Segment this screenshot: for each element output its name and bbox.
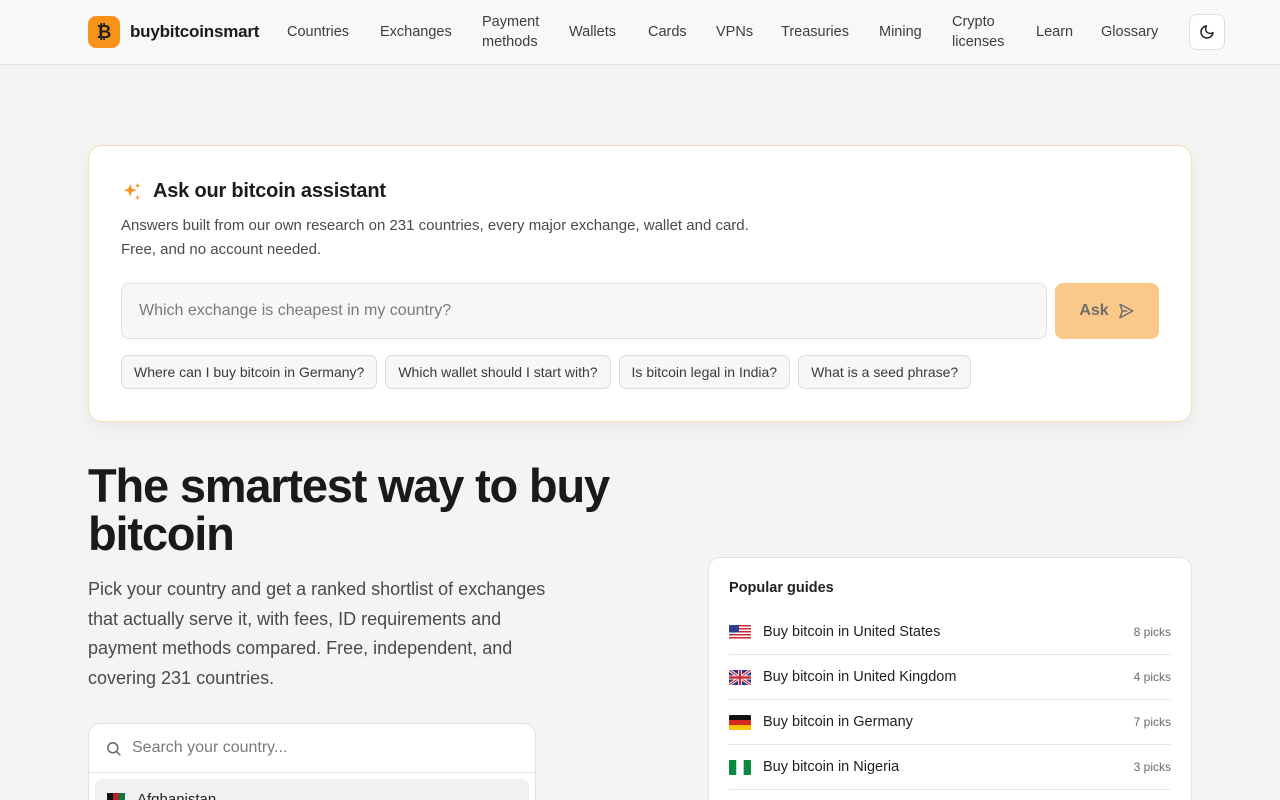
country-option-label: Afghanistan — [137, 790, 217, 800]
nav-cards[interactable]: Cards — [648, 22, 687, 42]
hero-title: The smartest way to buy bitcoin — [88, 459, 610, 560]
brand-link[interactable]: ₿ buybitcoinsmart — [88, 16, 259, 48]
popular-guides-title: Popular guides — [729, 580, 834, 596]
nav-exchanges[interactable]: Exchanges — [380, 22, 452, 42]
guide-row-united-kingdom[interactable]: Buy bitcoin in United Kingdom 4 picks — [729, 655, 1171, 700]
country-search-input[interactable] — [132, 739, 512, 757]
nav-mining[interactable]: Mining — [879, 22, 922, 42]
country-search-box: Afghanistan — [88, 723, 536, 800]
nav-countries[interactable]: Countries — [287, 22, 349, 42]
guide-row-united-states[interactable]: Buy bitcoin in United States 8 picks — [729, 610, 1171, 655]
ask-button-label: Ask — [1079, 302, 1109, 319]
site-header: ₿ buybitcoinsmart Countries Exchanges Pa… — [0, 0, 1280, 65]
nav-learn[interactable]: Learn — [1036, 22, 1073, 42]
afghanistan-flag-icon — [107, 792, 125, 800]
ask-button[interactable]: Ask — [1055, 283, 1159, 339]
hero-subtitle: Pick your country and get a ranked short… — [88, 579, 546, 688]
guide-label: Buy bitcoin in United Kingdom — [763, 669, 957, 685]
nav-glossary[interactable]: Glossary — [1101, 22, 1158, 42]
suggestion-chip[interactable]: Which wallet should I start with? — [385, 355, 611, 389]
suggestion-chip[interactable]: Is bitcoin legal in India? — [618, 355, 791, 389]
guide-pick-count: 3 picks — [1133, 760, 1171, 774]
country-option[interactable]: Afghanistan — [95, 779, 529, 800]
nav-crypto-licenses[interactable]: Crypto licenses — [952, 12, 1010, 52]
guide-pick-count: 4 picks — [1133, 670, 1171, 684]
bitcoin-logo-icon: ₿ — [88, 16, 120, 48]
assistant-description: Answers built from our own research on 2… — [121, 214, 881, 262]
guide-row-germany[interactable]: Buy bitcoin in Germany 7 picks — [729, 700, 1171, 745]
guide-label: Buy bitcoin in Nigeria — [763, 759, 900, 775]
nav-wallets[interactable]: Wallets — [569, 22, 616, 42]
de-flag-icon — [729, 714, 751, 730]
moon-icon — [1200, 25, 1214, 39]
suggestion-chip[interactable]: Where can I buy bitcoin in Germany? — [121, 355, 378, 389]
send-icon — [1118, 303, 1134, 319]
guide-label: Buy bitcoin in Germany — [763, 714, 913, 730]
ng-flag-icon — [729, 759, 751, 775]
guide-label: Buy bitcoin in United States — [763, 624, 941, 640]
country-search-row — [89, 724, 535, 773]
assistant-header: Ask our bitcoin assistant — [121, 180, 386, 203]
nav-payment-methods[interactable]: Payment methods — [482, 12, 544, 52]
assistant-question-input[interactable] — [121, 283, 1047, 339]
assistant-card: Ask our bitcoin assistant Answers built … — [88, 145, 1192, 422]
guide-pick-count: 8 picks — [1133, 625, 1171, 639]
us-flag-icon — [729, 624, 751, 640]
guide-list: Buy bitcoin in United States 8 picks Buy… — [729, 610, 1171, 790]
brand-name: buybitcoinsmart — [130, 22, 260, 41]
assistant-desc-line-1: Answers built from our own research on 2… — [121, 217, 749, 234]
guide-pick-count: 7 picks — [1133, 715, 1171, 729]
theme-toggle-button[interactable] — [1189, 14, 1225, 50]
search-icon — [107, 741, 121, 756]
assistant-desc-line-2: Free, and no account needed. — [121, 241, 322, 258]
suggestion-chips: Where can I buy bitcoin in Germany? Whic… — [121, 355, 972, 389]
suggestion-chip[interactable]: What is a seed phrase? — [798, 355, 972, 389]
popular-guides-panel: Popular guides Buy bitcoin in United Sta… — [708, 557, 1192, 800]
nav-treasuries[interactable]: Treasuries — [781, 22, 849, 42]
assistant-title: Ask our bitcoin assistant — [153, 180, 386, 202]
sparkles-icon — [123, 182, 141, 200]
uk-flag-icon — [729, 669, 751, 685]
nav-vpns[interactable]: VPNs — [716, 22, 753, 42]
guide-row-nigeria[interactable]: Buy bitcoin in Nigeria 3 picks — [729, 745, 1171, 790]
